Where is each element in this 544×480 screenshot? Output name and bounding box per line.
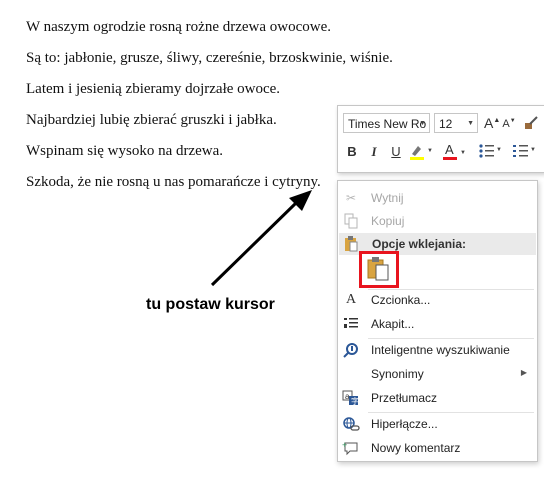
svg-text:+: + [342,440,347,450]
chevron-down-icon: ▼ [460,150,466,156]
underline-button[interactable]: U [390,143,402,161]
menu-item-cut[interactable]: ✂ Wytnij [338,187,537,209]
bullet-list-icon: ▼ [479,144,502,158]
translate-icon: a字 [342,390,360,406]
menu-item-paragraph[interactable]: Akapit... [338,313,537,335]
font-name-combo[interactable]: Times New Ro ▼ [343,113,430,133]
italic-button[interactable]: I [368,143,380,161]
chevron-down-icon: ▼ [467,120,474,127]
font-name-value: Times New Ro [348,117,427,131]
smart-lookup-icon [342,342,360,358]
menu-item-synonyms[interactable]: Synonimy ▶ [338,363,537,385]
bold-button[interactable]: B [346,143,358,161]
font-size-combo[interactable]: 12 ▼ [434,113,478,133]
grow-font-button[interactable]: A▲ [484,114,500,136]
font-icon: A [345,292,357,307]
format-painter-button[interactable] [522,114,540,137]
svg-text:字: 字 [351,396,359,406]
submenu-arrow-icon: ▶ [520,368,527,377]
highlighter-icon: ▼ [410,146,433,160]
shrink-font-button[interactable]: A▼ [502,115,516,135]
context-menu: ✂ Wytnij Kopiuj Opcje wklejania: A Czcio… [337,180,538,462]
numbering-button[interactable]: ▼ [512,142,538,165]
svg-text:▼: ▼ [530,147,536,153]
paragraph-icon [342,316,360,332]
bullets-button[interactable]: ▼ [478,142,504,165]
hyperlink-icon [342,416,360,432]
comment-icon: + [342,440,360,456]
font-size-value: 12 [439,117,453,131]
menu-item-translate[interactable]: a字 Przetłumacz [338,387,537,409]
mini-toolbar: Times New Ro ▼ 12 ▼ A▲ A▼ B I U ▼ A ▼ ▼ … [337,105,544,173]
chevron-down-icon: ▼ [419,120,426,127]
annotation-label: tu postaw kursor [146,296,275,313]
menu-item-font[interactable]: A Czcionka... [338,289,537,311]
clipboard-icon [343,236,359,257]
numbered-list-icon: ▼ [513,145,536,157]
menu-item-hyperlink[interactable]: Hiperłącze... [338,413,537,435]
font-color-bar [443,157,457,160]
copy-icon [342,213,360,229]
highlight-color-button[interactable]: ▼ [408,142,433,167]
svg-text:▼: ▼ [496,147,502,153]
paintbrush-icon [525,116,538,129]
scissors-icon: ✂ [345,191,357,205]
paste-keep-text-icon [367,257,389,281]
menu-item-smart-lookup[interactable]: Inteligentne wyszukiwanie [338,339,537,361]
menu-item-copy[interactable]: Kopiuj [338,210,537,232]
svg-text:▼: ▼ [427,148,432,154]
menu-item-new-comment[interactable]: + Nowy komentarz [338,437,537,459]
keep-text-only-paste-button[interactable] [359,251,399,288]
